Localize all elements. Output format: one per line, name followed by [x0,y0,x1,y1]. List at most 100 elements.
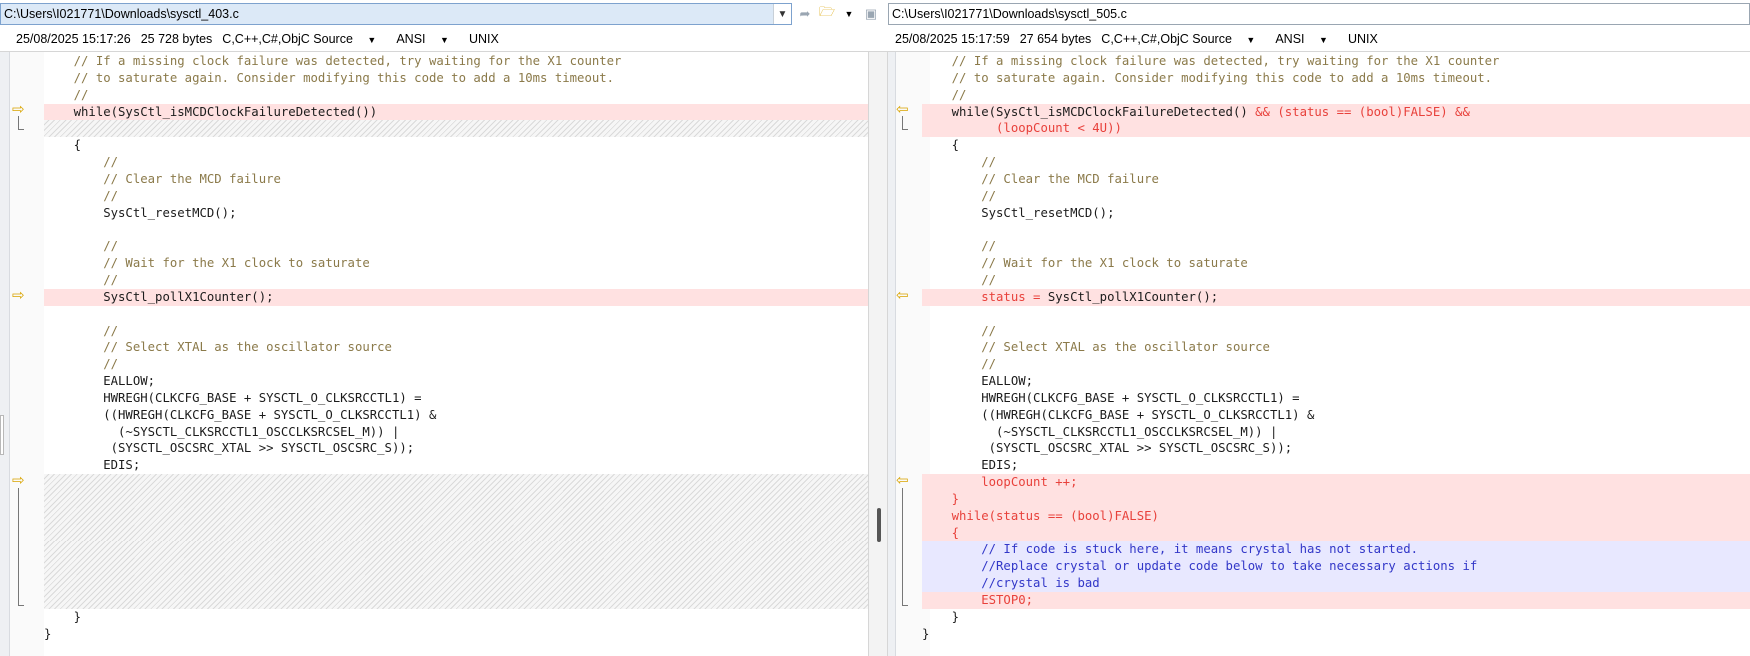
code-line[interactable]: (~SYSCTL_CLKSRCCTL1_OSCCLKSRCSEL_M)) | [44,424,869,441]
code-line[interactable] [44,474,869,491]
copy-to-other-side-icon[interactable]: ➦ [796,5,814,23]
code-line[interactable] [44,558,869,576]
code-line[interactable] [44,592,869,609]
code-text: } [922,626,930,641]
right-overview-strip[interactable] [888,52,896,656]
code-line[interactable]: ((HWREGH(CLKCFG_BASE + SYSCTL_O_CLKSRCCT… [922,407,1750,424]
arrow-right-icon[interactable]: ⇨ [12,288,28,303]
arrow-left-icon[interactable]: ⇦ [896,473,912,488]
code-line[interactable] [44,575,869,592]
code-line[interactable]: while(SysCtl_isMCDClockFailureDetected()… [44,103,869,121]
code-line[interactable]: // Clear the MCD failure [44,171,869,188]
code-line[interactable]: // [922,154,1750,171]
code-line[interactable]: { [922,524,1750,542]
code-line[interactable] [44,524,869,542]
code-line[interactable]: // [922,238,1750,255]
code-line[interactable]: // Clear the MCD failure [922,171,1750,188]
code-line[interactable]: // [922,188,1750,205]
right-code-view[interactable]: // If a missing clock failure was detect… [922,53,1750,643]
left-language-select[interactable]: C,C++,C#,ObjC Source ▼ [222,32,386,46]
code-line[interactable]: // to saturate again. Consider modifying… [922,70,1750,87]
code-line[interactable]: // Wait for the X1 clock to saturate [44,255,869,272]
save-icon[interactable]: ▣ [862,5,880,23]
left-code-view[interactable]: // If a missing clock failure was detect… [44,53,869,643]
code-line[interactable]: // [922,323,1750,340]
left-encoding-select[interactable]: ANSI ▼ [396,32,459,46]
chevron-down-icon[interactable]: ▼ [773,4,791,24]
code-line[interactable] [922,306,1750,323]
code-line[interactable] [44,221,869,238]
code-line[interactable]: // If code is stuck here, it means cryst… [922,541,1750,559]
left-overview-strip[interactable] [0,52,10,656]
code-line[interactable]: // [922,356,1750,373]
code-token: { [922,525,960,540]
code-line[interactable]: // [44,356,869,373]
code-line[interactable]: (~SYSCTL_CLKSRCCTL1_OSCCLKSRCSEL_M)) | [922,424,1750,441]
code-line[interactable]: } [922,609,1750,626]
code-line[interactable]: //Replace crystal or update code below t… [922,558,1750,576]
chevron-down-icon[interactable]: ▼ [840,5,858,23]
code-line[interactable]: loopCount ++; [922,474,1750,491]
code-line[interactable]: EDIS; [44,457,869,474]
code-line[interactable]: while(status == (bool)FALSE) [922,507,1750,525]
arrow-left-icon[interactable]: ⇦ [896,288,912,303]
code-line[interactable]: HWREGH(CLKCFG_BASE + SYSCTL_O_CLKSRCCTL1… [922,390,1750,407]
arrow-left-icon[interactable]: ⇦ [896,102,912,117]
code-line[interactable]: // to saturate again. Consider modifying… [44,70,869,87]
right-language-select[interactable]: C,C++,C#,ObjC Source ▼ [1101,32,1265,46]
diff-bracket [18,488,24,606]
code-line[interactable]: (SYSCTL_OSCSRC_XTAL >> SYSCTL_OSCSRC_S))… [922,440,1750,457]
code-text: // [922,323,997,338]
code-line[interactable]: EALLOW; [44,373,869,390]
code-line[interactable] [44,541,869,559]
code-line[interactable]: // [922,87,1750,104]
folder-open-icon[interactable]: 🗁 [818,4,836,23]
code-line[interactable]: } [922,626,1750,643]
code-line[interactable] [44,507,869,525]
code-line[interactable]: // If a missing clock failure was detect… [922,53,1750,70]
code-line[interactable]: } [44,609,869,626]
code-line[interactable]: while(SysCtl_isMCDClockFailureDetected()… [922,103,1750,121]
arrow-right-icon[interactable]: ⇨ [12,102,28,117]
code-line[interactable] [44,306,869,323]
code-line[interactable]: EDIS; [922,457,1750,474]
code-line[interactable]: (loopCount < 4U)) [922,120,1750,138]
code-line[interactable]: (SYSCTL_OSCSRC_XTAL >> SYSCTL_OSCSRC_S))… [44,440,869,457]
code-line[interactable]: // If a missing clock failure was detect… [44,53,869,70]
code-line[interactable]: // [44,188,869,205]
code-line[interactable]: { [922,137,1750,154]
left-edge-scroll-indicator[interactable] [0,415,4,455]
code-line[interactable]: // Select XTAL as the oscillator source [44,339,869,356]
code-line[interactable]: ESTOP0; [922,592,1750,609]
code-line[interactable]: // [44,87,869,104]
code-line[interactable]: // Select XTAL as the oscillator source [922,339,1750,356]
code-line[interactable]: SysCtl_pollX1Counter(); [44,288,869,306]
left-file-size: 25 728 bytes [140,32,213,46]
code-line[interactable]: SysCtl_resetMCD(); [922,205,1750,222]
code-line[interactable]: HWREGH(CLKCFG_BASE + SYSCTL_O_CLKSRCCTL1… [44,390,869,407]
code-text: EDIS; [922,458,1019,473]
code-line[interactable] [922,221,1750,238]
code-line[interactable] [44,490,869,508]
code-line[interactable]: EALLOW; [922,373,1750,390]
code-line[interactable]: SysCtl_resetMCD(); [44,205,869,222]
code-line[interactable]: } [44,626,869,643]
code-line[interactable]: ((HWREGH(CLKCFG_BASE + SYSCTL_O_CLKSRCCT… [44,407,869,424]
code-line[interactable]: status = SysCtl_pollX1Counter(); [922,288,1750,306]
code-line[interactable]: // [44,272,869,289]
code-line[interactable]: // [44,238,869,255]
code-line[interactable]: // [44,323,869,340]
code-line[interactable]: //crystal is bad [922,575,1750,592]
right-path-input[interactable]: C:\Users\I021771\Downloads\sysctl_505.c [888,3,1750,25]
code-line[interactable] [44,120,869,138]
scrollbar-thumb[interactable] [877,508,881,542]
code-line[interactable]: { [44,137,869,154]
code-line[interactable]: } [922,490,1750,508]
code-line[interactable]: // Wait for the X1 clock to saturate [922,255,1750,272]
left-path-input[interactable]: C:\Users\I021771\Downloads\sysctl_403.c … [0,3,792,25]
right-encoding-select[interactable]: ANSI ▼ [1275,32,1338,46]
code-line[interactable]: // [922,272,1750,289]
code-line[interactable]: // [44,154,869,171]
pane-splitter[interactable] [868,52,888,656]
arrow-right-icon[interactable]: ⇨ [12,473,28,488]
